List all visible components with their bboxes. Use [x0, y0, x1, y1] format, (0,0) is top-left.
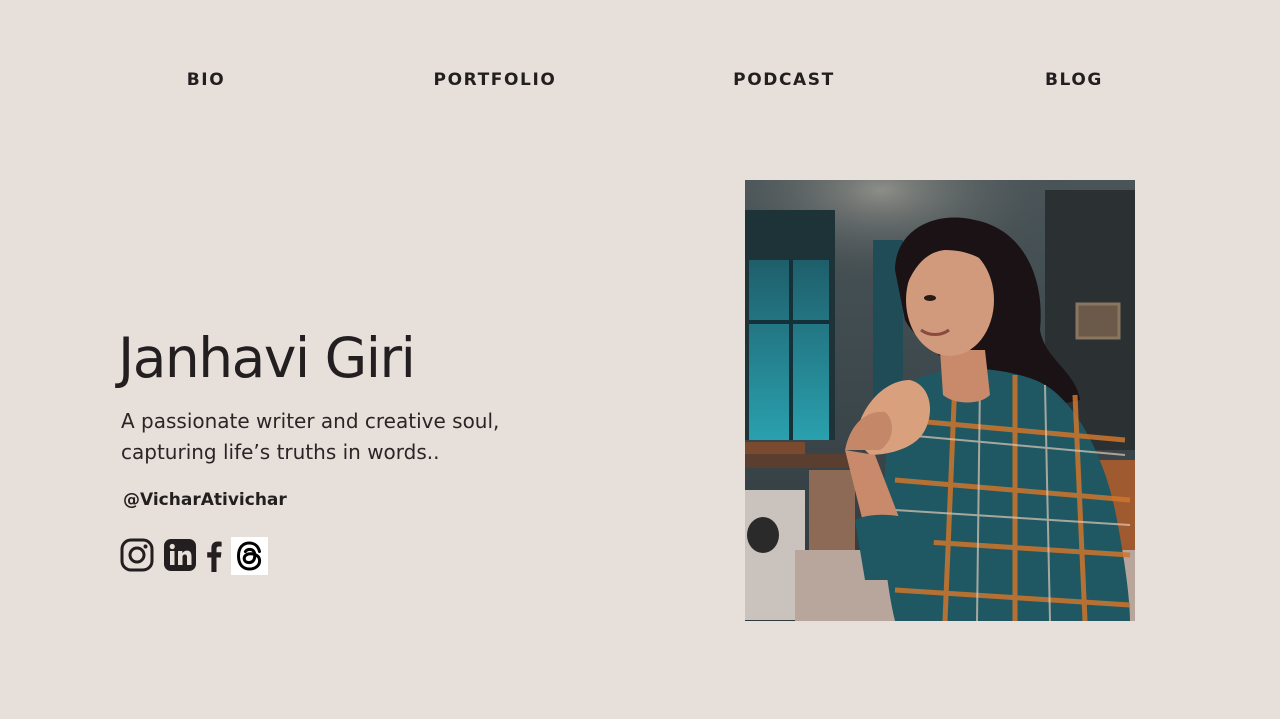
linkedin-link[interactable] — [163, 538, 197, 572]
profile-photo-illustration — [745, 180, 1135, 621]
top-nav: BIO PORTFOLIO PODCAST BLOG — [0, 66, 1280, 94]
linkedin-icon — [164, 539, 196, 571]
tagline: A passionate writer and creative soul, c… — [121, 406, 551, 468]
instagram-icon — [120, 538, 154, 572]
threads-icon — [236, 541, 262, 571]
nav-link-blog[interactable]: BLOG — [1045, 66, 1103, 94]
tagline-line-2: capturing life’s truths in words.. — [121, 440, 440, 464]
nav-link-bio[interactable]: BIO — [187, 66, 226, 94]
facebook-link[interactable] — [206, 540, 222, 572]
nav-link-podcast[interactable]: PODCAST — [733, 66, 835, 94]
tagline-line-1: A passionate writer and creative soul, — [121, 409, 500, 433]
social-handle: @VicharAtivichar — [123, 490, 287, 510]
instagram-link[interactable] — [120, 538, 154, 572]
nav-link-portfolio[interactable]: PORTFOLIO — [434, 66, 557, 94]
profile-photo — [745, 180, 1135, 621]
hero-name: Janhavi Giri — [118, 326, 416, 390]
threads-link[interactable] — [231, 537, 268, 575]
facebook-icon — [207, 541, 222, 572]
